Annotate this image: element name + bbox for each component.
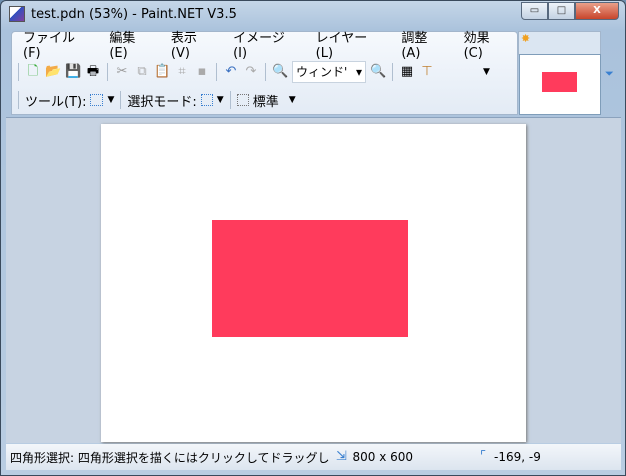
toolbar-panel: ファイル(F) 編集(E) 表示(V) イメージ(I) レイヤー(L) 調整(A…	[11, 31, 518, 115]
selection-mode-label: 選択モード:	[127, 94, 197, 110]
title-bar: test.pdn (53%) - Paint.NET V3.5	[9, 6, 237, 22]
zoom-out-icon[interactable]: 🔍	[272, 64, 288, 80]
cursor-position-icon: ⌜	[480, 449, 487, 464]
menu-adjust[interactable]: 調整(A)	[392, 27, 454, 61]
image-size: 800 x 600	[352, 450, 414, 464]
menu-layer[interactable]: レイヤー(L)	[307, 27, 393, 61]
tool-label: ツール(T):	[25, 94, 87, 110]
cut-icon[interactable]: ✂	[114, 64, 130, 80]
selection-mode-icon[interactable]	[200, 94, 213, 106]
zoom-combo[interactable]: ウィンド'	[292, 61, 366, 83]
new-file-icon[interactable]: 🗋	[25, 64, 41, 80]
minimize-button[interactable]: ▭	[521, 2, 548, 20]
thumbnail-tab-star-icon[interactable]: ✸	[518, 31, 601, 55]
selection-mode-dropdown-icon[interactable]: ▼	[217, 95, 224, 105]
panel-dropdown-icon[interactable]: ⏷	[605, 67, 614, 81]
open-folder-icon[interactable]: 📂	[45, 64, 61, 80]
menu-view[interactable]: 表示(V)	[162, 27, 224, 61]
antialias-icon[interactable]	[236, 94, 249, 106]
rectangle-select-icon[interactable]	[90, 94, 104, 106]
menu-effects[interactable]: 効果(C)	[455, 27, 517, 61]
canvas-area	[6, 117, 621, 443]
save-icon[interactable]: 💾	[65, 64, 81, 80]
menu-edit[interactable]: 編集(E)	[100, 27, 162, 61]
redo-icon[interactable]: ↷	[243, 64, 259, 80]
paste-icon[interactable]: 📋	[154, 64, 170, 80]
maximize-button[interactable]: □	[548, 2, 575, 20]
status-bar: 四角形選択: 四角形選択を描くにはクリックしてドラッグし ⇲ 800 x 600…	[6, 444, 621, 470]
app-icon	[9, 6, 25, 22]
status-hint: 四角形選択: 四角形選択を描くにはクリックしてドラッグし	[10, 450, 330, 465]
red-rectangle	[212, 220, 408, 337]
ruler-icon[interactable]: ⊤	[419, 64, 435, 80]
antialias-label[interactable]: 標準	[253, 91, 279, 110]
zoom-in-icon[interactable]: 🔍	[370, 64, 386, 80]
image-size-icon: ⇲	[336, 449, 347, 464]
tool-dropdown-icon[interactable]: ▼	[107, 95, 114, 105]
deselect-icon[interactable]: ▪	[194, 64, 210, 80]
copy-icon[interactable]: ⧉	[134, 64, 150, 80]
cursor-position: -169, -9	[494, 450, 541, 464]
print-icon[interactable]: 🖶	[85, 64, 101, 80]
antialias-dropdown-icon[interactable]: ▼	[289, 95, 296, 105]
menu-bar: ファイル(F) 編集(E) 表示(V) イメージ(I) レイヤー(L) 調整(A…	[12, 31, 517, 61]
crop-icon[interactable]: ⌗	[174, 64, 190, 80]
image-thumbnail[interactable]	[519, 54, 601, 115]
window-title: test.pdn (53%) - Paint.NET V3.5	[31, 6, 237, 22]
menu-image[interactable]: イメージ(I)	[224, 27, 307, 61]
toolbar-overflow-icon[interactable]: ▼	[483, 67, 490, 77]
undo-icon[interactable]: ↶	[223, 64, 239, 80]
grid-icon[interactable]: ▦	[399, 64, 415, 80]
image-canvas[interactable]	[101, 124, 526, 442]
close-button[interactable]: X	[575, 2, 619, 20]
app-window: test.pdn (53%) - Paint.NET V3.5 ▭ □ X ファ…	[0, 0, 626, 476]
menu-file[interactable]: ファイル(F)	[14, 27, 100, 61]
